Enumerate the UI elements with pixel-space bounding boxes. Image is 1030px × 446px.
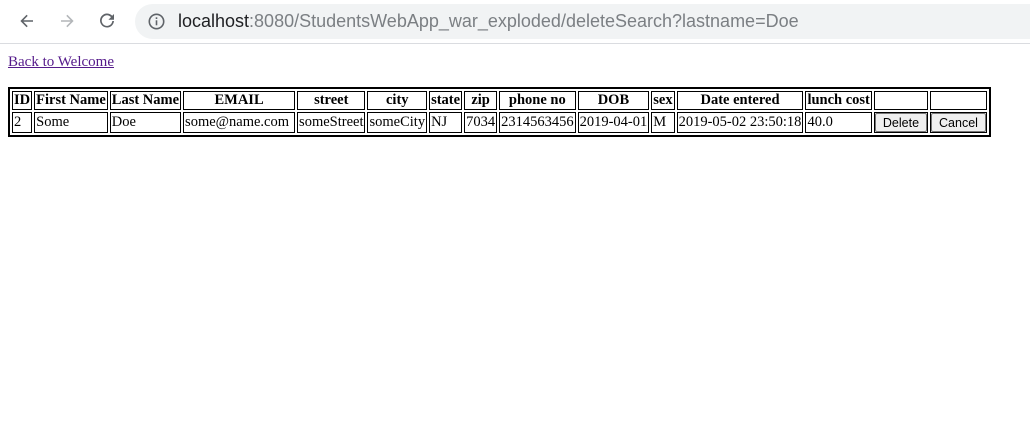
cell-first-name: Some bbox=[34, 112, 108, 133]
cancel-button[interactable]: Cancel bbox=[931, 113, 986, 132]
header-email: EMAIL bbox=[183, 91, 296, 110]
students-table: ID First Name Last Name EMAIL street cit… bbox=[8, 87, 991, 137]
arrow-left-icon bbox=[20, 14, 33, 28]
header-street: street bbox=[297, 91, 366, 110]
header-city: city bbox=[367, 91, 428, 110]
cell-dob: 2019-04-01 bbox=[577, 112, 650, 133]
header-last-name: Last Name bbox=[109, 91, 182, 110]
cell-cancel: Cancel bbox=[930, 112, 987, 133]
cell-sex: M bbox=[651, 112, 675, 133]
delete-button[interactable]: Delete bbox=[874, 113, 928, 132]
browser-toolbar: localhost:8080/StudentsWebApp_war_explod… bbox=[0, 0, 1030, 44]
cell-delete: Delete bbox=[873, 112, 929, 133]
cell-last-name: Doe bbox=[109, 112, 182, 133]
header-id: ID bbox=[12, 91, 33, 110]
cell-street: someStreet bbox=[297, 112, 366, 133]
cell-zip: 7034 bbox=[464, 112, 498, 133]
header-first-name: First Name bbox=[34, 91, 108, 110]
reload-icon bbox=[100, 13, 114, 28]
table-header-row: ID First Name Last Name EMAIL street cit… bbox=[12, 91, 987, 110]
cell-email: some@name.com bbox=[183, 112, 296, 133]
cell-id: 2 bbox=[12, 112, 33, 133]
table-row: 2 Some Doe some@name.com someStreet some… bbox=[12, 112, 987, 133]
url-host: localhost bbox=[178, 11, 250, 31]
arrow-right-icon bbox=[61, 14, 74, 28]
back-button[interactable] bbox=[12, 6, 42, 36]
cell-state: NJ bbox=[429, 112, 463, 133]
cell-phone: 2314563456 bbox=[499, 112, 576, 133]
header-state: state bbox=[429, 91, 463, 110]
forward-button[interactable] bbox=[52, 6, 82, 36]
header-blank-1 bbox=[873, 91, 929, 110]
address-bar[interactable]: localhost:8080/StudentsWebApp_war_explod… bbox=[135, 4, 1030, 39]
page-content: Back to Welcome ID First Name Last Name … bbox=[8, 52, 991, 137]
header-phone: phone no bbox=[499, 91, 576, 110]
cell-city: someCity bbox=[367, 112, 428, 133]
info-icon[interactable] bbox=[148, 13, 165, 30]
reload-button[interactable] bbox=[92, 6, 122, 36]
header-date-entered: Date entered bbox=[676, 91, 804, 110]
url-text: localhost:8080/StudentsWebApp_war_explod… bbox=[178, 11, 799, 32]
header-blank-2 bbox=[930, 91, 987, 110]
cell-lunch-cost: 40.0 bbox=[805, 112, 872, 133]
header-lunch-cost: lunch cost bbox=[805, 91, 872, 110]
header-zip: zip bbox=[464, 91, 498, 110]
header-sex: sex bbox=[651, 91, 675, 110]
header-dob: DOB bbox=[577, 91, 650, 110]
url-path: :8080/StudentsWebApp_war_exploded/delete… bbox=[249, 11, 799, 31]
back-to-welcome-link[interactable]: Back to Welcome bbox=[8, 54, 114, 70]
cell-date-entered: 2019-05-02 23:50:18 bbox=[676, 112, 804, 133]
